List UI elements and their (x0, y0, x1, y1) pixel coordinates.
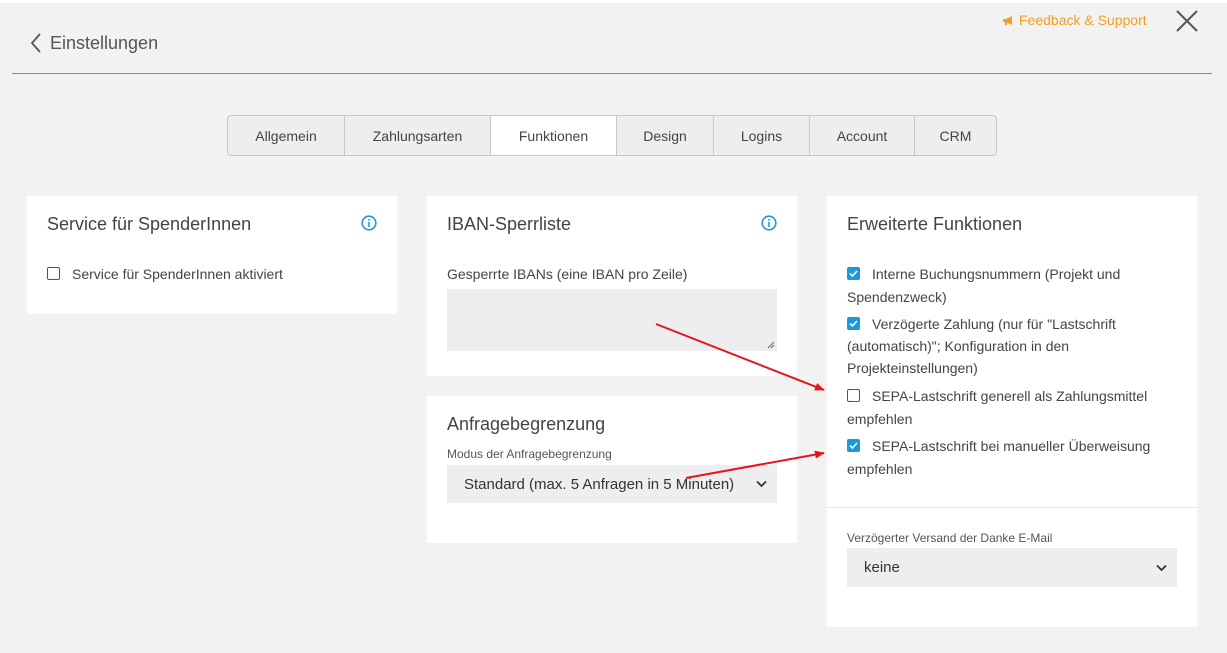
rate-limit-card: Anfragebegrenzung Modus der Anfragebegre… (427, 396, 797, 543)
chevron-left-icon (30, 33, 41, 53)
tab-funktionen[interactable]: Funktionen (491, 116, 617, 155)
sepa-manual-label: SEPA-Lastschrift bei manueller Überweisu… (847, 438, 1151, 477)
service-card: Service für SpenderInnen Service für Spe… (27, 196, 397, 314)
resize-grip-icon[interactable] (767, 341, 775, 349)
blocked-ibans-textarea[interactable] (447, 289, 777, 351)
extended-card-title: Erweiterte Funktionen (847, 214, 1023, 234)
rate-card-title: Anfragebegrenzung (447, 414, 606, 434)
megaphone-icon (1003, 15, 1012, 25)
email-delay-label: Verzögerter Versand der Danke E-Mail (847, 531, 1053, 545)
email-delay-value: keine (864, 559, 900, 576)
page-header: Einstellungen Feedback & Support (12, 0, 1212, 74)
page-title: Einstellungen (50, 32, 159, 53)
service-card-title: Service für SpenderInnen (47, 214, 252, 234)
service-enabled-checkbox[interactable] (47, 267, 60, 280)
settings-tabs: Allgemein Zahlungsarten Funktionen Desig… (227, 115, 997, 156)
chevron-down-icon (1156, 564, 1167, 571)
rate-mode-select[interactable]: Standard (max. 5 Anfragen in 5 Minuten) (447, 465, 777, 503)
service-enabled-option: Service für SpenderInnen aktiviert (47, 263, 377, 285)
email-delay-select[interactable]: keine (847, 548, 1177, 587)
back-button[interactable]: Einstellungen (30, 32, 158, 54)
tab-allgemein[interactable]: Allgemein (228, 116, 345, 155)
iban-card-title: IBAN-Sperrliste (447, 214, 572, 234)
tab-logins[interactable]: Logins (714, 116, 810, 155)
chevron-down-icon (756, 480, 767, 488)
tab-crm[interactable]: CRM (915, 116, 996, 155)
blocked-ibans-label: Gesperrte IBANs (eine IBAN pro Zeile) (447, 266, 688, 282)
internal-booking-label: Interne Buchungsnummern (Projekt und Spe… (847, 266, 1121, 305)
feedback-support-link[interactable]: Feedback & Support (1002, 12, 1147, 28)
iban-blocklist-card: IBAN-Sperrliste Gesperrte IBANs (eine IB… (427, 196, 797, 376)
info-icon[interactable] (761, 215, 777, 231)
service-enabled-label: Service für SpenderInnen aktiviert (72, 266, 283, 282)
delayed-payment-label: Verzögerte Zahlung (nur für "Lastschrift… (847, 316, 1116, 376)
tab-account[interactable]: Account (810, 116, 915, 155)
extended-functions-card: Erweiterte Funktionen Interne Buchungsnu… (827, 196, 1197, 627)
rate-mode-value: Standard (max. 5 Anfragen in 5 Minuten) (464, 475, 735, 493)
tab-zahlungsarten[interactable]: Zahlungsarten (345, 116, 491, 155)
rate-mode-label: Modus der Anfragebegrenzung (447, 447, 612, 461)
info-icon[interactable] (361, 215, 377, 231)
tab-design[interactable]: Design (617, 116, 714, 155)
feedback-label: Feedback & Support (1019, 12, 1147, 28)
close-icon[interactable] (1175, 9, 1199, 33)
card-divider (827, 507, 1197, 508)
sepa-general-label: SEPA-Lastschrift generell als Zahlungsmi… (847, 388, 1148, 427)
